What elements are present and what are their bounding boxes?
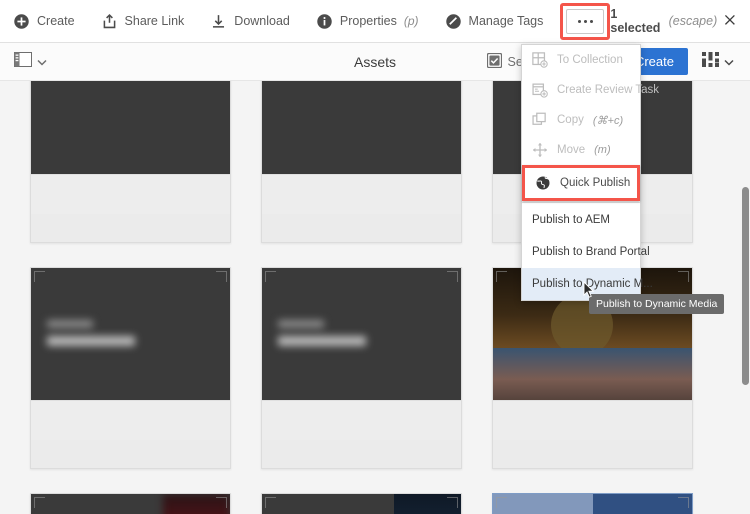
action-properties[interactable]: Properties (p) [303,0,432,43]
menu-item-copy[interactable]: Copy (⌘+c) [522,105,640,135]
metadata-kind-line [278,320,324,328]
card-thumbnail [262,494,461,514]
card-thumbnail: FOLDER WKND Events wknd-events Pending [493,494,692,514]
share-icon [101,13,118,30]
menu-item-to-collection[interactable]: To Collection [522,45,640,75]
action-properties-label: Properties [339,14,397,28]
action-download-label: Download [234,14,290,28]
card-footer [493,400,692,440]
vertical-scrollbar-track[interactable] [741,81,750,514]
card-metadata-blurred [278,320,366,346]
select-all-checkbox-icon [486,52,502,71]
card-thumbnail [31,494,230,514]
asset-card[interactable] [30,81,231,243]
action-share-link[interactable]: Share Link [88,0,198,43]
metadata-kind-line [47,320,93,328]
card-thumbnail [31,268,230,400]
action-download[interactable]: Download [197,0,303,43]
download-icon [210,13,227,30]
rail-panel-icon [14,51,32,72]
card-metadata-blurred [47,320,135,346]
more-options-button[interactable] [566,8,605,34]
more-options-menu: To Collection Create Review Task Copy (⌘… [521,44,659,301]
move-icon [532,142,548,158]
action-share-link-label: Share Link [124,14,185,28]
tag-icon [445,13,462,30]
view-grid-icon [702,51,719,72]
copy-icon [532,112,548,128]
asset-card[interactable] [30,493,231,514]
card-footer [262,174,461,214]
vertical-scrollbar-thumb[interactable] [742,187,749,385]
info-circle-icon [316,13,333,30]
chevron-down-icon [724,53,734,71]
menu-item-shortcut: (⌘+c) [592,114,624,127]
menu-item-create-review-task[interactable]: Create Review Task [522,75,659,105]
thumb-photo-detail [493,348,692,400]
thumb-placeholder [262,81,461,174]
menu-item-publish-to-aem[interactable]: Publish to AEM [522,204,640,236]
selection-overlay [493,494,692,514]
menu-item-label: Publish to Brand Portal [532,246,650,258]
action-create[interactable]: Create [0,0,88,43]
dot-1-icon [577,19,581,23]
metadata-title-line [47,336,135,346]
menu-item-label: Quick Publish [560,177,631,189]
menu-item-quick-publish[interactable]: Quick Publish [525,168,637,198]
menu-item-label: Copy [557,114,584,126]
asset-card[interactable] [30,267,231,469]
selection-count: 1 selected [610,7,661,35]
card-footer-secondary [31,214,230,242]
menu-item-publish-to-brand-portal[interactable]: Publish to Brand Portal [522,236,650,268]
thumb-placeholder [31,81,230,174]
globe-publish-icon [535,175,551,191]
action-properties-shortcut: (p) [403,14,419,28]
dot-3-icon [589,19,593,23]
card-footer [262,400,461,440]
selection-status: 1 selected (escape) [610,7,747,35]
mouse-cursor-icon [583,280,595,303]
card-thumbnail [262,81,461,174]
view-options-button[interactable] [688,43,742,81]
thumb-photo [394,494,461,514]
action-create-label: Create [37,14,75,28]
more-options-highlight [560,2,611,40]
asset-card[interactable] [261,81,462,243]
menu-item-move[interactable]: Move (m) [522,135,640,165]
escape-hint: (escape) [668,14,718,28]
card-footer [31,400,230,440]
asset-card[interactable] [261,267,462,469]
menu-item-label: To Collection [557,54,623,66]
rail-toggle-button[interactable] [0,43,57,81]
tooltip: Publish to Dynamic Media [589,294,725,314]
action-toolbar: Create Share Link Download Properties (p… [0,0,750,43]
menu-item-label: Move [557,144,586,156]
card-thumbnail [31,81,230,174]
action-manage-tags[interactable]: Manage Tags [432,0,557,43]
card-footer [31,174,230,214]
dot-2-icon [583,19,587,23]
asset-card[interactable] [261,493,462,514]
action-manage-tags-label: Manage Tags [468,14,544,28]
chevron-down-icon [37,53,47,71]
close-icon[interactable] [723,13,737,29]
menu-item-label: Publish to AEM [532,214,610,226]
card-footer-secondary [262,440,461,468]
plus-circle-icon [13,13,30,30]
card-footer-secondary [31,440,230,468]
metadata-title-line [278,336,366,346]
review-task-icon [532,82,548,98]
menu-item-shortcut: (m) [594,144,611,156]
menu-item-label: Create Review Task [557,84,660,96]
assets-browser-window: Create Share Link Download Properties (p… [0,0,750,514]
thumb-photo [163,494,230,514]
asset-card-selected[interactable]: FOLDER WKND Events wknd-events Pending [492,493,693,514]
menu-divider [522,202,640,203]
collection-add-icon [532,52,548,68]
menu-item-quick-publish-highlight: Quick Publish [522,165,640,201]
card-footer-secondary [262,214,461,242]
card-footer-secondary [493,440,692,468]
card-thumbnail [262,268,461,400]
